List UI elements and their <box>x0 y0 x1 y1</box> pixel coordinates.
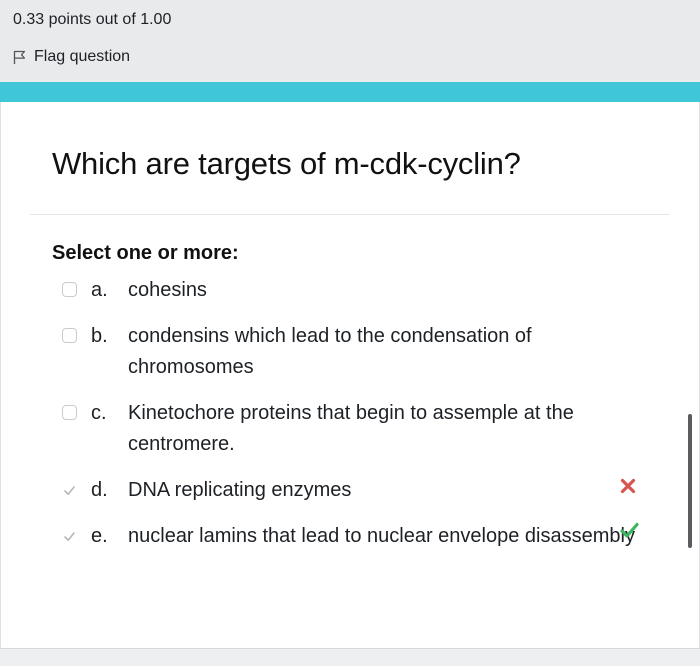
correct-icon <box>620 522 639 543</box>
option-text: nuclear lamins that lead to nuclear enve… <box>128 525 635 547</box>
question-divider <box>30 214 670 215</box>
option-text: Kinetochore proteins that begin to assem… <box>128 402 574 455</box>
question-text: Which are targets of m-cdk-cyclin? <box>52 146 521 181</box>
answer-prompt: Select one or more: <box>52 242 239 264</box>
option-letter: d. <box>91 479 108 501</box>
checkbox-d[interactable] <box>62 482 77 497</box>
flag-question-link[interactable]: Flag question <box>13 47 130 67</box>
option-letter: a. <box>91 279 108 301</box>
option-text: cohesins <box>128 279 207 301</box>
option-letter: c. <box>91 402 107 424</box>
checkbox-e[interactable] <box>62 528 77 543</box>
option-letter: b. <box>91 325 108 347</box>
check-icon <box>64 532 75 541</box>
question-info-panel: 0.33 points out of 1.00 Flag question <box>0 0 700 82</box>
flag-icon <box>13 50 26 65</box>
checkbox-b[interactable] <box>62 328 77 343</box>
card-bottom-edge <box>0 648 700 666</box>
checkbox-c[interactable] <box>62 405 77 420</box>
check-icon <box>64 486 75 495</box>
grade-text: 0.33 points out of 1.00 <box>13 11 172 28</box>
option-letter: e. <box>91 525 108 547</box>
option-text: condensins which lead to the condensatio… <box>128 325 532 378</box>
accent-bar <box>0 82 700 102</box>
flag-question-label: Flag question <box>34 48 131 65</box>
scrollbar-thumb[interactable] <box>688 414 692 548</box>
option-text: DNA replicating enzymes <box>128 479 352 501</box>
incorrect-icon <box>620 478 636 499</box>
checkbox-a[interactable] <box>62 282 77 297</box>
